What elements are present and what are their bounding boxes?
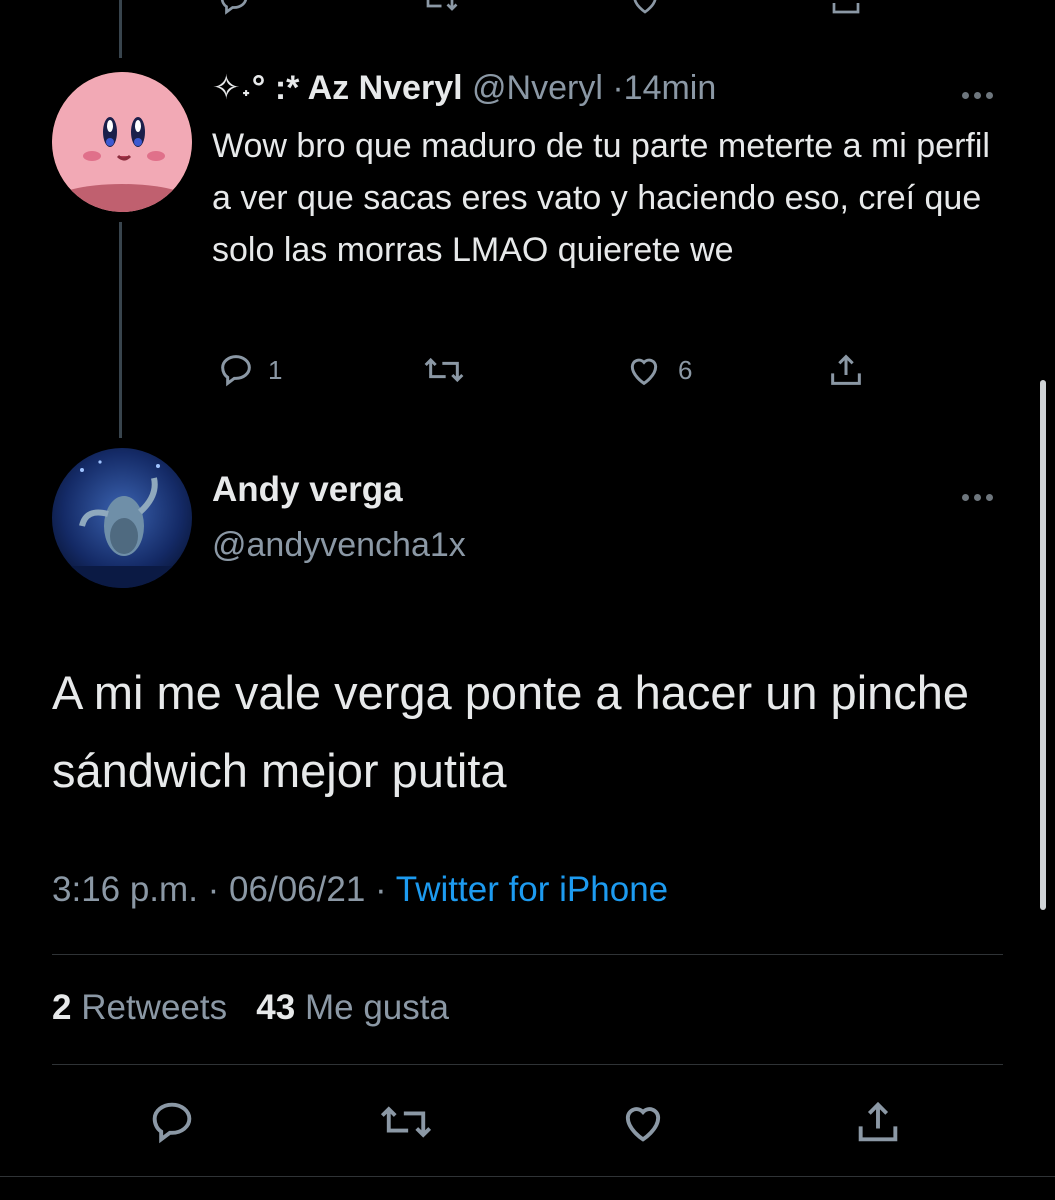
retweet-icon [380, 1106, 432, 1138]
reply-action-bar: 1 6 [212, 350, 892, 394]
author-name[interactable]: ✧˖° :* Az Nveryl [212, 69, 463, 107]
reply-icon [152, 1102, 192, 1144]
reply-count: 1 [268, 354, 283, 385]
thread-line-bottom [119, 222, 122, 438]
like-button[interactable]: 6 [622, 350, 692, 390]
tweet-date: 06/06/21 [229, 870, 366, 909]
separator: · [612, 69, 624, 107]
thread-line-top [119, 0, 122, 58]
author-name[interactable]: Andy verga [212, 470, 403, 510]
more-icon[interactable] [962, 488, 1002, 501]
divider [52, 954, 1003, 955]
retweets-label: Retweets [81, 988, 228, 1027]
timestamp[interactable]: 14min [624, 69, 717, 107]
divider [52, 1064, 1003, 1065]
reply-text: Wow bro que maduro de tu parte meterte a… [212, 127, 990, 269]
heart-icon [630, 358, 658, 386]
likes-label: Me gusta [304, 988, 449, 1027]
separator: · [207, 870, 220, 909]
scrollbar[interactable] [1040, 380, 1046, 910]
share-button[interactable] [852, 1096, 904, 1153]
reply-icon[interactable] [216, 0, 252, 23]
reply-header: ✧˖° :* Az Nveryl @Nveryl ·14min [212, 66, 716, 110]
tweet-timestamp: 3:16 p.m. · 06/06/21 · Twitter for iPhon… [52, 870, 668, 910]
share-button[interactable] [826, 350, 866, 390]
author-handle[interactable]: @andyvencha1x [212, 526, 466, 565]
retweet-button[interactable] [378, 1096, 434, 1153]
divider [0, 1176, 1055, 1177]
like-count: 6 [678, 354, 693, 385]
reply-button[interactable] [146, 1096, 198, 1153]
retweets-stat[interactable]: 2 Retweets [52, 988, 227, 1027]
share-icon [858, 1101, 898, 1142]
retweets-count: 2 [52, 988, 72, 1027]
author-handle[interactable]: @Nveryl [472, 69, 603, 107]
retweet-icon[interactable] [420, 0, 460, 23]
like-button[interactable] [616, 1096, 670, 1153]
tweet-time: 3:16 p.m. [52, 870, 198, 909]
retweet-button[interactable] [422, 350, 466, 390]
avatar[interactable] [52, 72, 192, 212]
previous-tweet-actions [0, 0, 1055, 18]
heart-icon[interactable] [626, 0, 664, 23]
reply-button[interactable]: 1 [216, 350, 282, 390]
more-icon[interactable] [962, 86, 1002, 99]
tweet-text: A mi me vale verga ponte a hacer un pinc… [52, 666, 970, 797]
share-icon [831, 354, 861, 385]
tweet-action-bar [0, 1096, 1055, 1152]
retweet-icon [424, 357, 464, 383]
likes-stat[interactable]: 43 Me gusta [256, 988, 449, 1027]
share-icon[interactable] [828, 0, 864, 23]
engagement-stats: 2 Retweets 43 Me gusta [52, 988, 449, 1028]
likes-count: 43 [256, 988, 296, 1027]
heart-icon [625, 1107, 661, 1142]
tweet-detail-screen: ✧˖° :* Az Nveryl @Nveryl ·14min Wow bro … [0, 0, 1055, 1200]
source-link[interactable]: Twitter for iPhone [396, 870, 668, 909]
avatar[interactable] [52, 448, 192, 588]
reply-icon [221, 355, 251, 387]
separator: · [375, 870, 387, 909]
